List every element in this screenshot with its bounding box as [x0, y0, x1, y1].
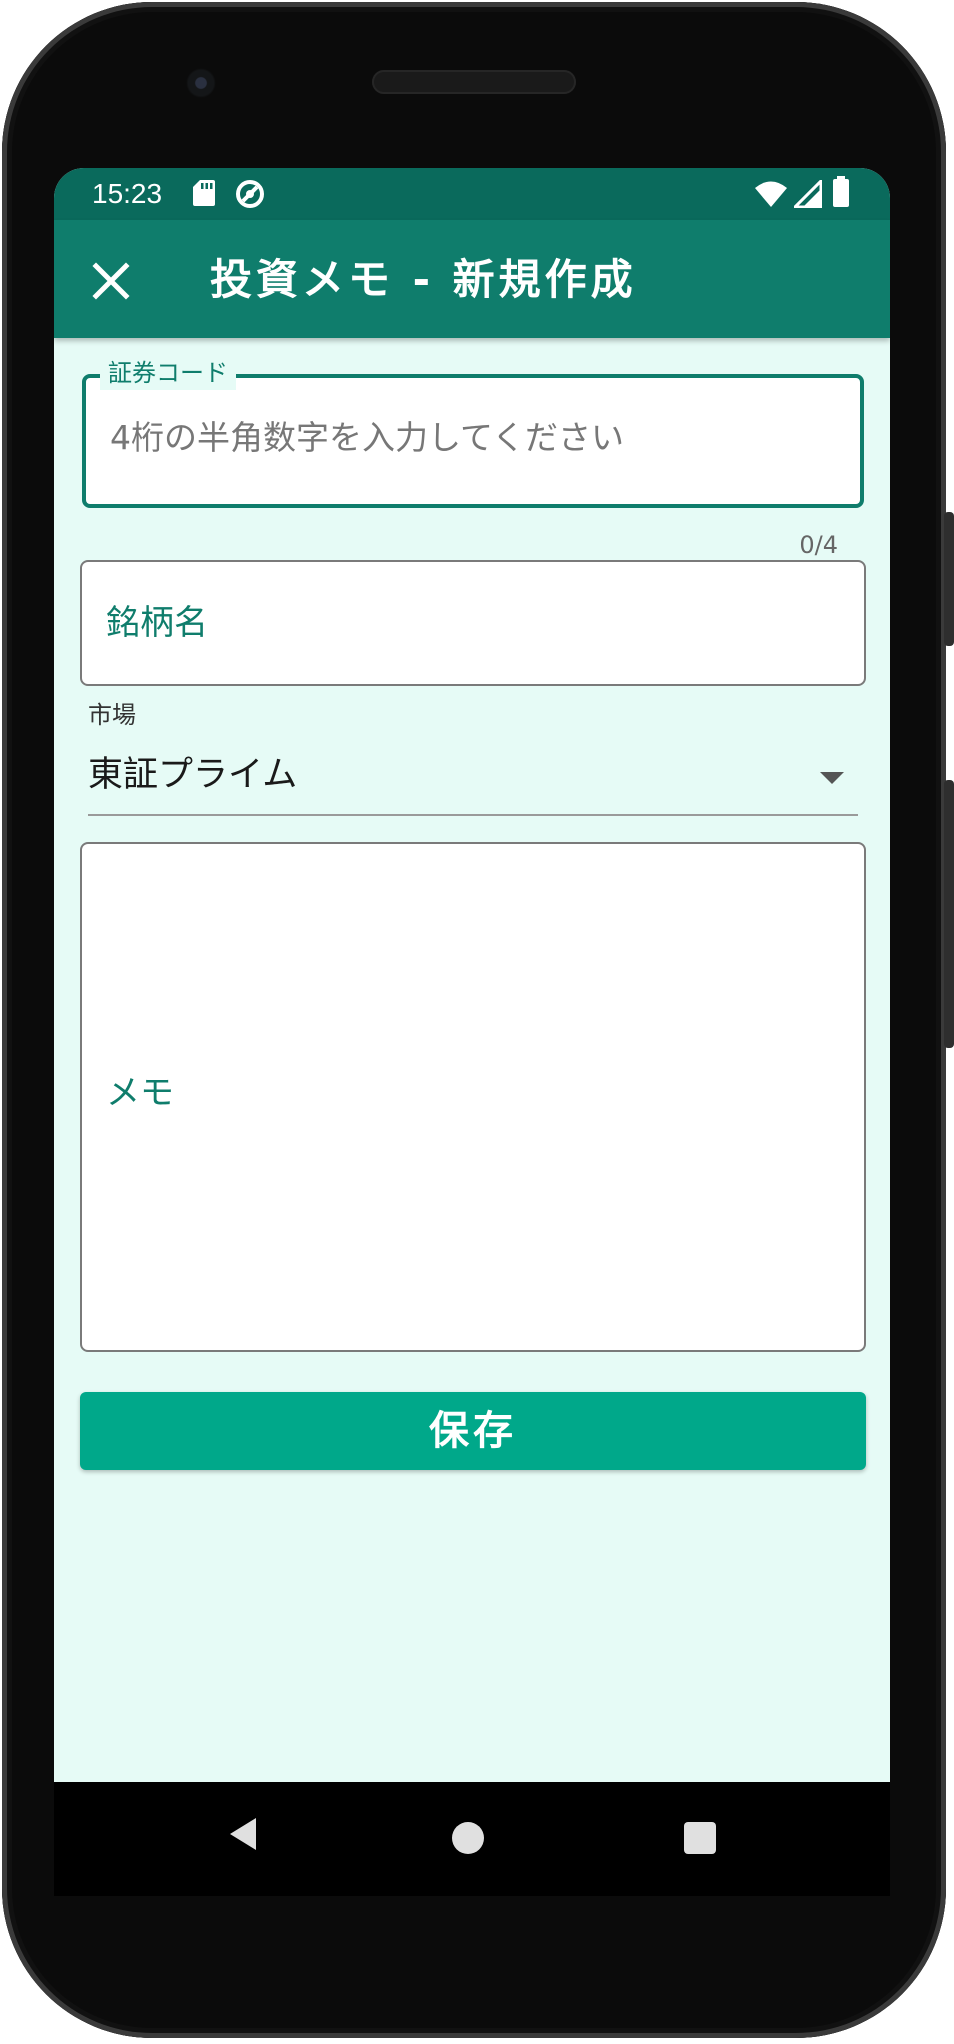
memo-input[interactable]: メモ: [80, 842, 866, 1352]
status-time: 15:23: [92, 178, 163, 209]
screen: 15:23 投資メモ - 新規作成 4桁の半角数字を入力してください 証券コード…: [54, 168, 890, 1782]
stock-code-counter: 0/4: [799, 531, 838, 559]
save-button[interactable]: 保存: [80, 1392, 866, 1470]
market-dropdown[interactable]: 東証プライム: [88, 748, 858, 816]
front-camera: [186, 68, 216, 98]
cellular-signal-icon: [791, 177, 823, 212]
sd-card-icon: [192, 178, 216, 212]
page-title: 投資メモ - 新規作成: [210, 255, 637, 304]
stock-code-placeholder: 4桁の半角数字を入力してください: [110, 418, 625, 457]
battery-icon: [832, 176, 850, 212]
memo-label: メモ: [106, 1073, 174, 1113]
market-caption: 市場: [88, 701, 136, 729]
status-bar: 15:23: [54, 168, 890, 220]
stock-code-input[interactable]: 4桁の半角数字を入力してください: [82, 374, 864, 508]
stock-code-label: 証券コード: [100, 356, 236, 390]
close-icon: [92, 262, 130, 300]
earpiece-speaker: [372, 70, 576, 94]
back-triangle-icon: [230, 1818, 256, 1850]
wifi-icon: [754, 180, 788, 212]
stock-name-label: 銘柄名: [106, 603, 208, 643]
data-saver-icon: [234, 178, 266, 214]
volume-button: [944, 780, 954, 1048]
dropdown-arrow-icon: [820, 772, 844, 784]
power-button: [944, 512, 954, 646]
market-selected-value: 東証プライム: [88, 755, 298, 795]
app-bar: 投資メモ - 新規作成: [54, 220, 890, 338]
close-button[interactable]: [90, 260, 132, 302]
device-frame: 15:23 投資メモ - 新規作成 4桁の半角数字を入力してください 証券コード…: [0, 0, 954, 2044]
stock-name-input[interactable]: 銘柄名: [80, 560, 866, 686]
navigation-bar: [54, 1782, 890, 1896]
home-button[interactable]: [452, 1822, 484, 1854]
back-button[interactable]: [228, 1816, 258, 1856]
recents-button[interactable]: [684, 1822, 716, 1854]
